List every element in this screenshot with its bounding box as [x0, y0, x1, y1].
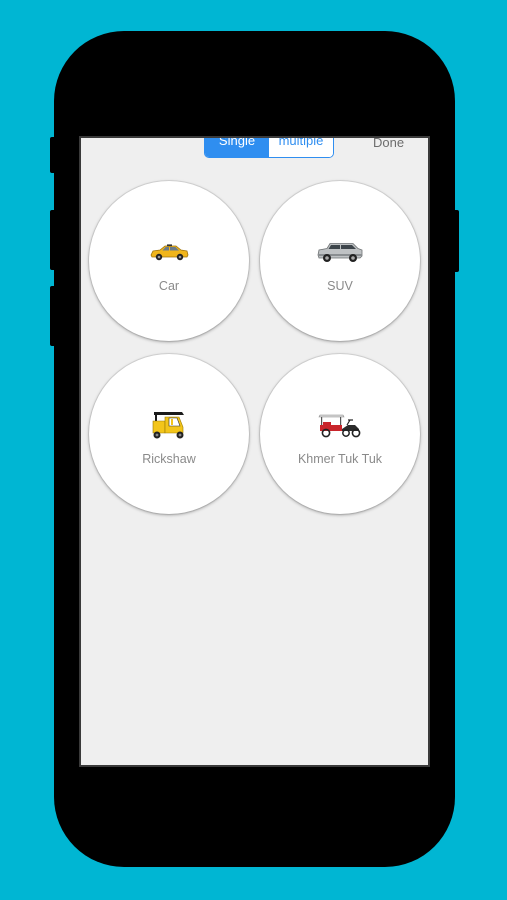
- tuk-tuk-icon: [310, 408, 370, 442]
- segment-single[interactable]: Single: [205, 138, 269, 157]
- vehicle-picker-screen: Single multiple Done Car SUV Rickshaw Kh…: [79, 136, 430, 767]
- vehicle-option-khmer-tuk-tuk[interactable]: Khmer Tuk Tuk: [260, 354, 420, 514]
- app-stage: Single multiple Done Car SUV Rickshaw Kh…: [0, 0, 507, 900]
- selection-mode-segmented-control[interactable]: Single multiple: [204, 138, 334, 158]
- vehicle-label: Car: [158, 279, 180, 293]
- rickshaw-icon: [139, 408, 199, 442]
- vehicle-option-suv[interactable]: SUV: [260, 181, 420, 341]
- vehicle-option-car[interactable]: Car: [89, 181, 249, 341]
- vehicle-label: Khmer Tuk Tuk: [297, 452, 383, 466]
- segment-multiple[interactable]: multiple: [269, 138, 333, 157]
- suv-icon: [310, 235, 370, 269]
- vehicle-label: Rickshaw: [142, 452, 196, 466]
- vehicle-option-rickshaw[interactable]: Rickshaw: [89, 354, 249, 514]
- vehicle-label: SUV: [327, 279, 353, 293]
- car-icon: [139, 235, 199, 269]
- done-button[interactable]: Done: [373, 138, 404, 150]
